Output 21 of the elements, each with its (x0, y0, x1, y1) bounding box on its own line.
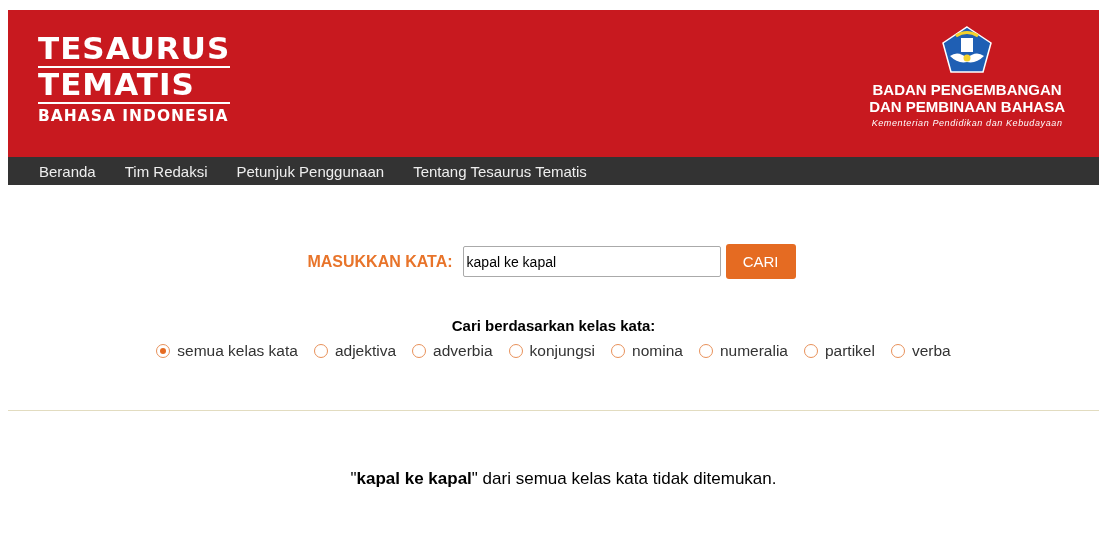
nav-link[interactable]: Tentang Tesaurus Tematis (413, 162, 587, 180)
nav-link[interactable]: Beranda (39, 162, 96, 180)
radio-label[interactable]: konjungsi (529, 342, 596, 360)
radio-label[interactable]: adjektiva (334, 342, 397, 360)
filter-title: Cari berdasarkan kelas kata: (450, 317, 657, 334)
nav-link[interactable]: Tim Redaksi (124, 162, 208, 180)
search-field[interactable]: kapal ke kapal (462, 246, 721, 277)
nav-link[interactable]: Petunjuk Penggunaan (236, 162, 385, 180)
radio-label[interactable]: nomina (632, 342, 683, 360)
search-label: MASUKKAN KATA: (307, 252, 453, 271)
radio-label[interactable]: numeralia (719, 342, 788, 360)
radio-label[interactable]: semua kelas kata (177, 342, 298, 360)
result-message: "kapal ke kapal" dari semua kelas kata tidak ditemukan. (349, 469, 778, 489)
radio-label[interactable]: verba (911, 342, 951, 360)
radio-label[interactable]: partikel (824, 342, 875, 360)
ministry-name: Kementerian Pendidikan dan Kebudayaan (871, 118, 1063, 128)
radio-label[interactable]: adverbia (433, 342, 493, 360)
agency-name: BADAN PENGEMBANGAN (872, 81, 1062, 98)
emblem-icon (942, 26, 993, 74)
agency-name: DAN PEMBINAAN BAHASA (869, 98, 1065, 115)
site-logo[interactable]: TESAURUS TEMATIS BAHASA INDONESIA (38, 32, 231, 125)
